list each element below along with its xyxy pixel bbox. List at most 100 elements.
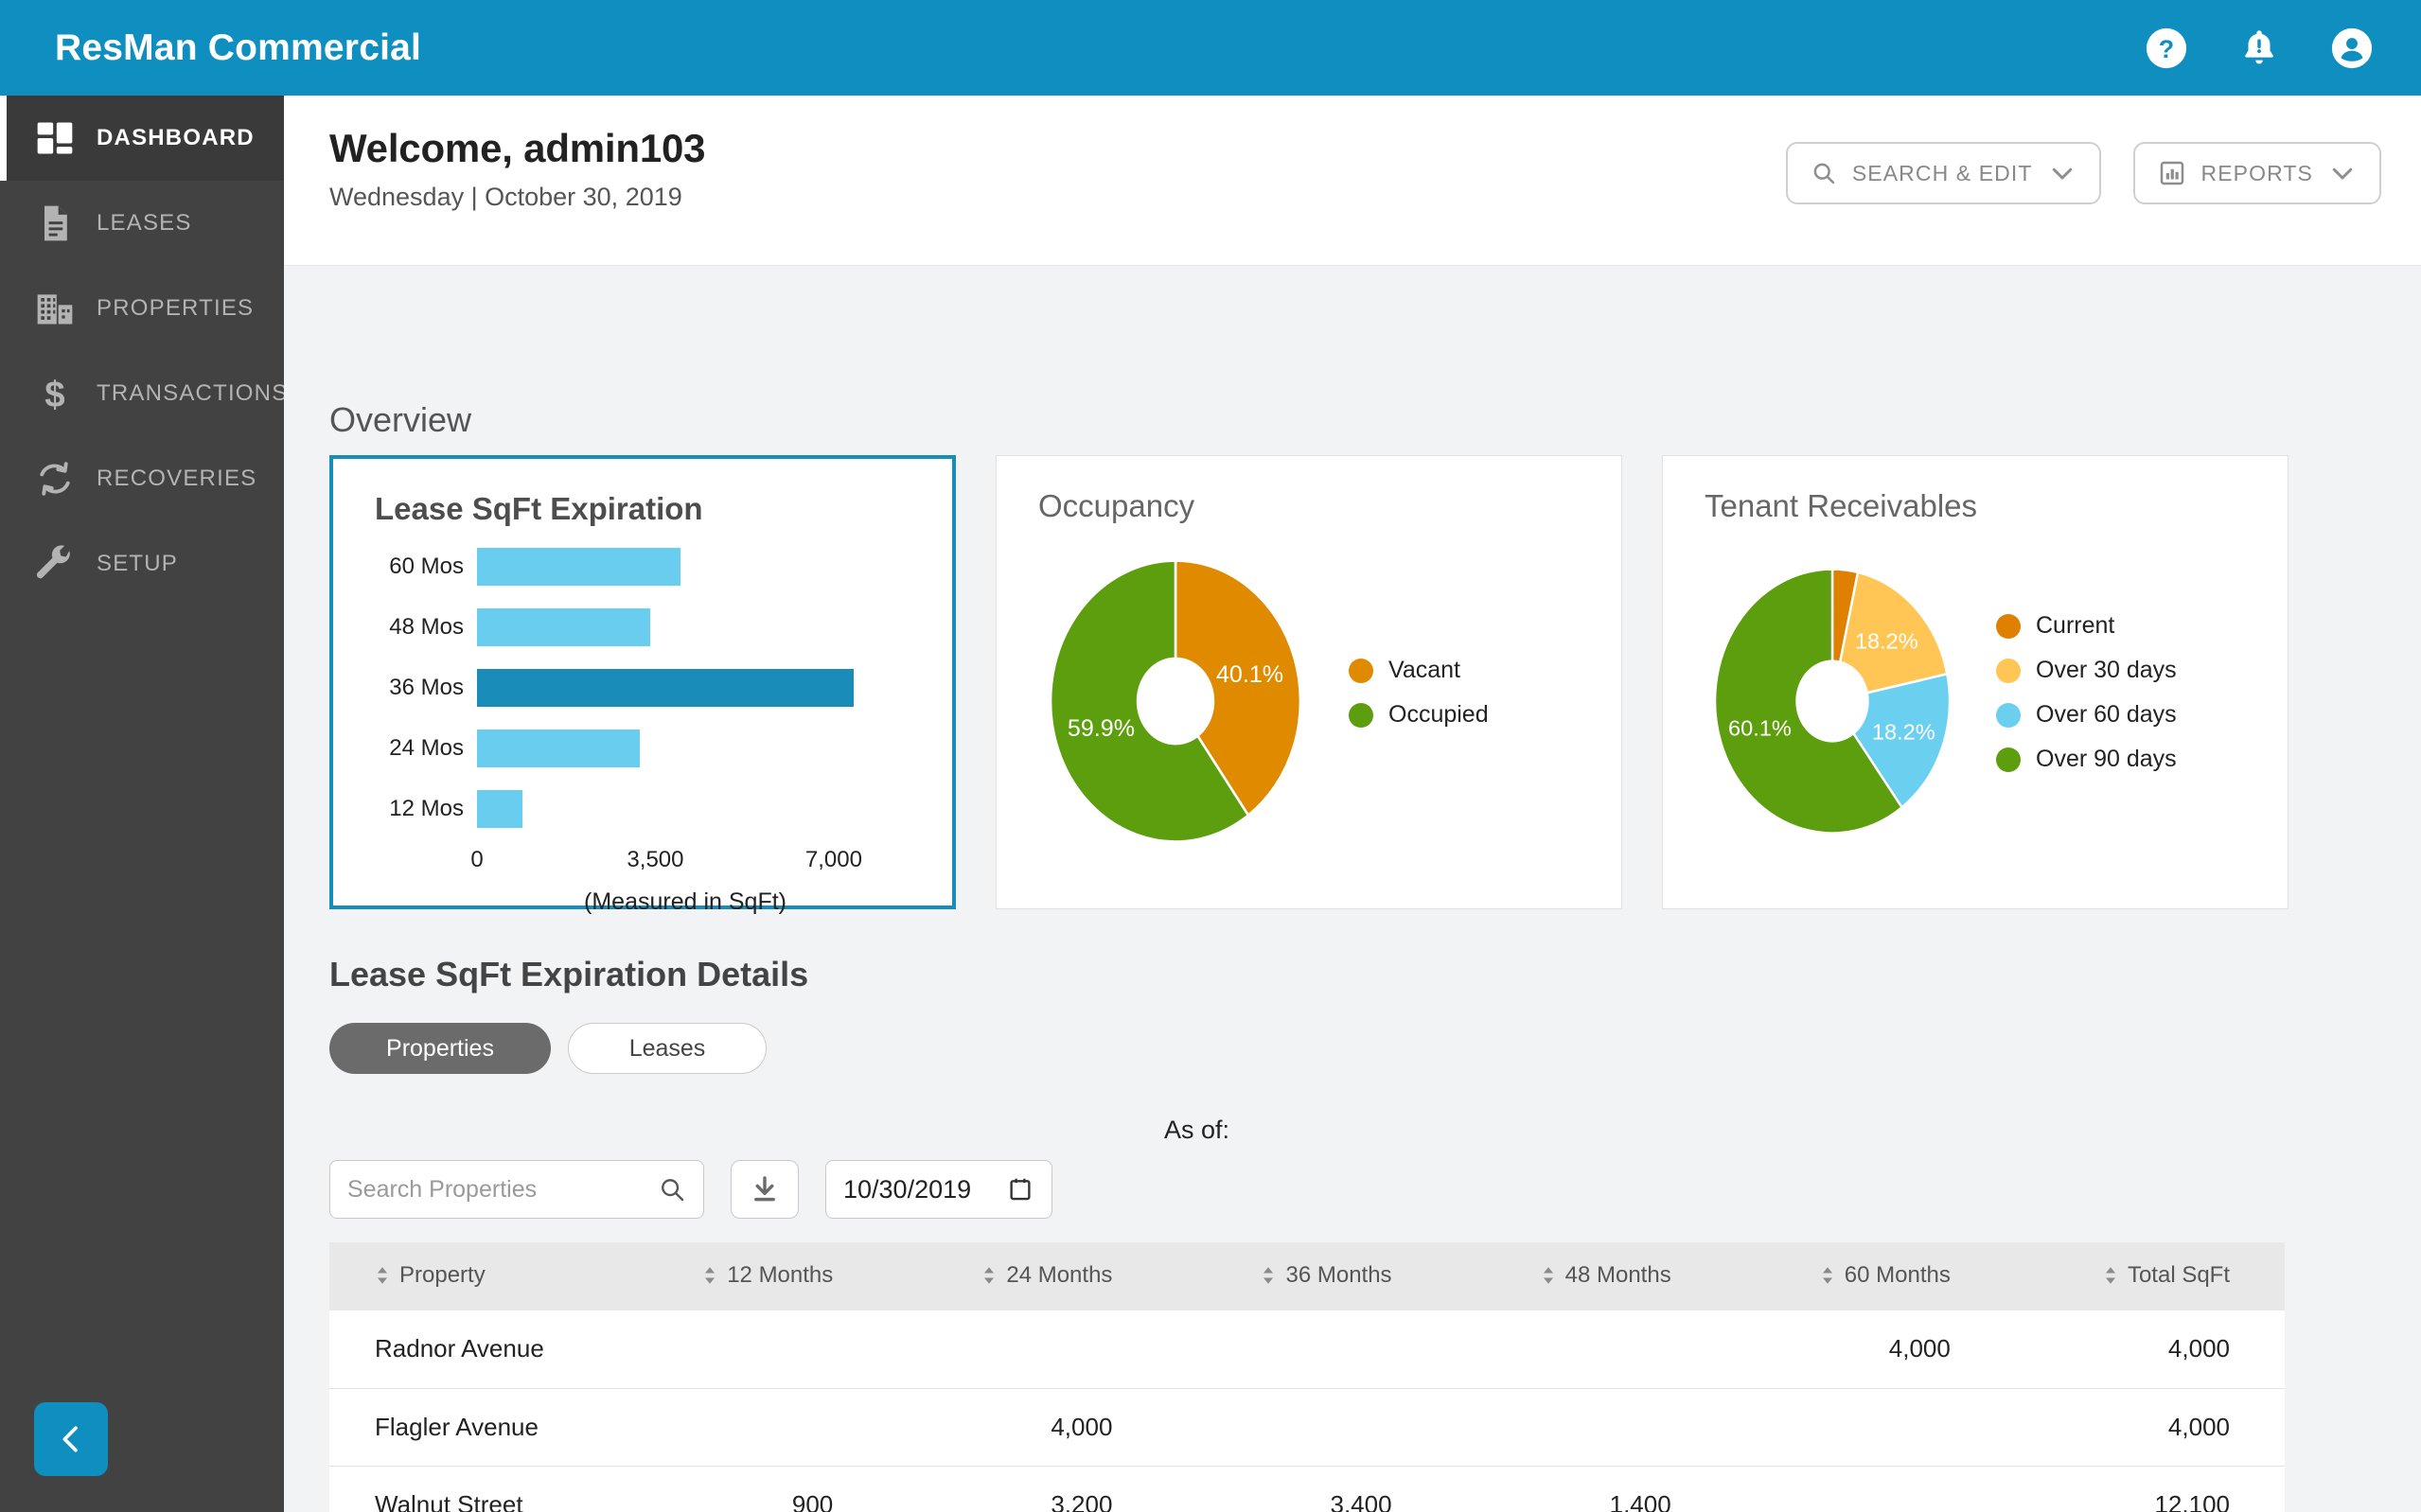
sidebar-item-recoveries[interactable]: RECOVERIES xyxy=(0,436,284,521)
bar-fill[interactable] xyxy=(477,608,651,646)
page-title: Welcome, admin103 xyxy=(329,126,706,170)
current-date: Wednesday | October 30, 2019 xyxy=(329,183,682,211)
table-column-label: 12 Months xyxy=(727,1261,834,1288)
search-icon[interactable] xyxy=(658,1175,686,1204)
table-column-label: 48 Months xyxy=(1564,1261,1671,1288)
bar-row: 36 Mos xyxy=(333,665,952,711)
table-cell-value: 4,000 xyxy=(1725,1310,2006,1389)
lease-sqft-expiration-card[interactable]: Lease SqFt Expiration 60 Mos 48 Mos 36 Mos… xyxy=(329,455,956,915)
x-axis-tick: 0 xyxy=(470,847,484,872)
sidebar-item-dashboard[interactable]: DASHBOARD xyxy=(0,96,284,181)
help-icon[interactable]: ? xyxy=(2145,26,2188,70)
table-cell-value xyxy=(1446,1310,1726,1389)
table-cell-value: 4,000 xyxy=(888,1388,1168,1467)
pie-slice-value-label: 40.1% xyxy=(1216,661,1283,688)
notifications-icon[interactable] xyxy=(2237,26,2281,70)
sidebar-item-transactions[interactable]: $ TRANSACTIONS xyxy=(0,351,287,436)
table-column-label: 36 Months xyxy=(1285,1261,1392,1288)
as-of-date-picker[interactable]: 10/30/2019 xyxy=(825,1160,1052,1219)
sidebar-item-label: PROPERTIES xyxy=(97,295,255,321)
dashboard-icon xyxy=(34,117,76,159)
bar-track xyxy=(477,790,952,828)
table-column-header[interactable]: 24 Months xyxy=(888,1242,1168,1310)
table-column-header[interactable]: 60 Months xyxy=(1725,1242,2006,1310)
bar-row: 24 Mos xyxy=(333,726,952,771)
reports-label: REPORTS xyxy=(2200,160,2313,185)
tenant-receivables-card[interactable]: Tenant Receivables 18.2% 18.2% 60.1% Curre… xyxy=(1662,455,2288,909)
page-header: Welcome, admin103 Wednesday | October 30… xyxy=(284,96,2421,266)
search-properties-input[interactable] xyxy=(347,1175,658,1204)
table-column-header[interactable]: 36 Months xyxy=(1167,1242,1447,1310)
sidebar-item-properties[interactable]: PROPERTIES xyxy=(0,266,284,351)
donut-hole xyxy=(1795,659,1869,743)
details-section-title: Lease SqFt Expiration Details xyxy=(329,955,809,993)
bar-fill[interactable] xyxy=(477,730,641,767)
chevron-down-icon xyxy=(2052,167,2072,180)
sidebar-item-label: DASHBOARD xyxy=(97,125,255,150)
table-column-header[interactable]: Property xyxy=(329,1242,610,1310)
calendar-icon[interactable] xyxy=(1006,1175,1034,1204)
bar-category-label: 24 Mos xyxy=(389,735,464,761)
table-row[interactable]: Walnut Street 900 3,200 3,400 1,400 12,100 xyxy=(329,1466,2285,1512)
legend-color-dot xyxy=(1996,747,2021,772)
chart-x-axis-label: (Measured in SqFt) xyxy=(584,888,786,915)
legend-row[interactable]: Vacant xyxy=(1349,657,1489,684)
svg-text:$: $ xyxy=(44,375,64,414)
table-column-header[interactable]: 12 Months xyxy=(609,1242,889,1310)
occupancy-card[interactable]: Occupancy 40.1% 59.9% Vacant Occupied xyxy=(996,455,1622,909)
table-cell-value xyxy=(1725,1466,2006,1512)
lease-expiration-table-wrap: Property 12 Months 24 Months 36 Months 48 Mo… xyxy=(329,1242,2285,1512)
bar-chart-icon xyxy=(2160,161,2183,185)
refresh-icon xyxy=(34,458,76,500)
account-icon[interactable] xyxy=(2330,26,2374,70)
legend-label: Occupied xyxy=(1388,701,1489,728)
tenant-receivables-chart: 18.2% 18.2% 60.1% Current Over 30 days Over … xyxy=(1663,524,2288,867)
table-cell-value xyxy=(1725,1388,2006,1467)
bar-track xyxy=(477,730,952,767)
occupancy-donut: 40.1% 59.9% xyxy=(1049,559,1302,843)
search-and-edit-button[interactable]: SEARCH & EDIT xyxy=(1785,142,2101,204)
collapse-sidebar-button[interactable] xyxy=(34,1402,108,1476)
sort-arrows-icon xyxy=(2105,1266,2115,1284)
wrench-icon xyxy=(34,543,76,585)
legend-color-dot xyxy=(1349,702,1373,728)
legend-row[interactable]: Over 30 days xyxy=(1996,657,2177,684)
overview-section-title: Overview xyxy=(329,400,472,439)
table-cell-value: 12,100 xyxy=(2005,1466,2285,1512)
occupancy-legend: Vacant Occupied xyxy=(1349,657,1489,746)
toggle-properties[interactable]: Properties xyxy=(329,1023,551,1074)
legend-row[interactable]: Current xyxy=(1996,612,2177,640)
tenant-receivables-donut: 18.2% 18.2% 60.1% xyxy=(1713,568,1952,835)
table-column-header[interactable]: 48 Months xyxy=(1446,1242,1726,1310)
table-row[interactable]: Flagler Avenue 4,000 4,000 xyxy=(329,1388,2285,1467)
dashboard-page: ResMan Commercial ? DASHBOARD LEASES PRO… xyxy=(0,0,2421,1512)
legend-color-dot xyxy=(1349,658,1373,683)
table-cell-property: Walnut Street xyxy=(329,1466,610,1512)
bar-fill[interactable] xyxy=(477,669,855,707)
legend-row[interactable]: Over 90 days xyxy=(1996,746,2177,773)
sidebar-item-leases[interactable]: LEASES xyxy=(0,181,284,266)
bar-fill[interactable] xyxy=(477,548,681,586)
reports-button[interactable]: REPORTS xyxy=(2132,142,2381,204)
search-properties-box[interactable] xyxy=(329,1160,704,1219)
sort-arrows-icon xyxy=(1822,1266,1832,1284)
legend-row[interactable]: Occupied xyxy=(1349,701,1489,729)
table-column-label: Property xyxy=(399,1261,486,1288)
sort-arrows-icon xyxy=(984,1266,995,1284)
table-row[interactable]: Radnor Avenue 4,000 4,000 xyxy=(329,1310,2285,1389)
table-column-label: Total SqFt xyxy=(2127,1261,2230,1288)
table-cell-property: Radnor Avenue xyxy=(329,1310,610,1389)
sidebar-item-setup[interactable]: SETUP xyxy=(0,521,284,607)
legend-label: Vacant xyxy=(1388,657,1460,683)
x-axis-tick: 7,000 xyxy=(804,847,862,872)
chevron-left-icon xyxy=(62,1426,78,1452)
table-column-label: 60 Months xyxy=(1844,1261,1951,1288)
sort-arrows-icon xyxy=(1264,1266,1274,1284)
legend-row[interactable]: Over 60 days xyxy=(1996,701,2177,729)
download-button[interactable] xyxy=(731,1160,799,1219)
search-icon xyxy=(1813,163,1835,185)
toggle-leases[interactable]: Leases xyxy=(568,1023,767,1074)
bar-fill[interactable] xyxy=(477,790,523,828)
table-column-header[interactable]: Total SqFt xyxy=(2005,1242,2285,1310)
table-cell-value: 1,400 xyxy=(1446,1466,1726,1512)
